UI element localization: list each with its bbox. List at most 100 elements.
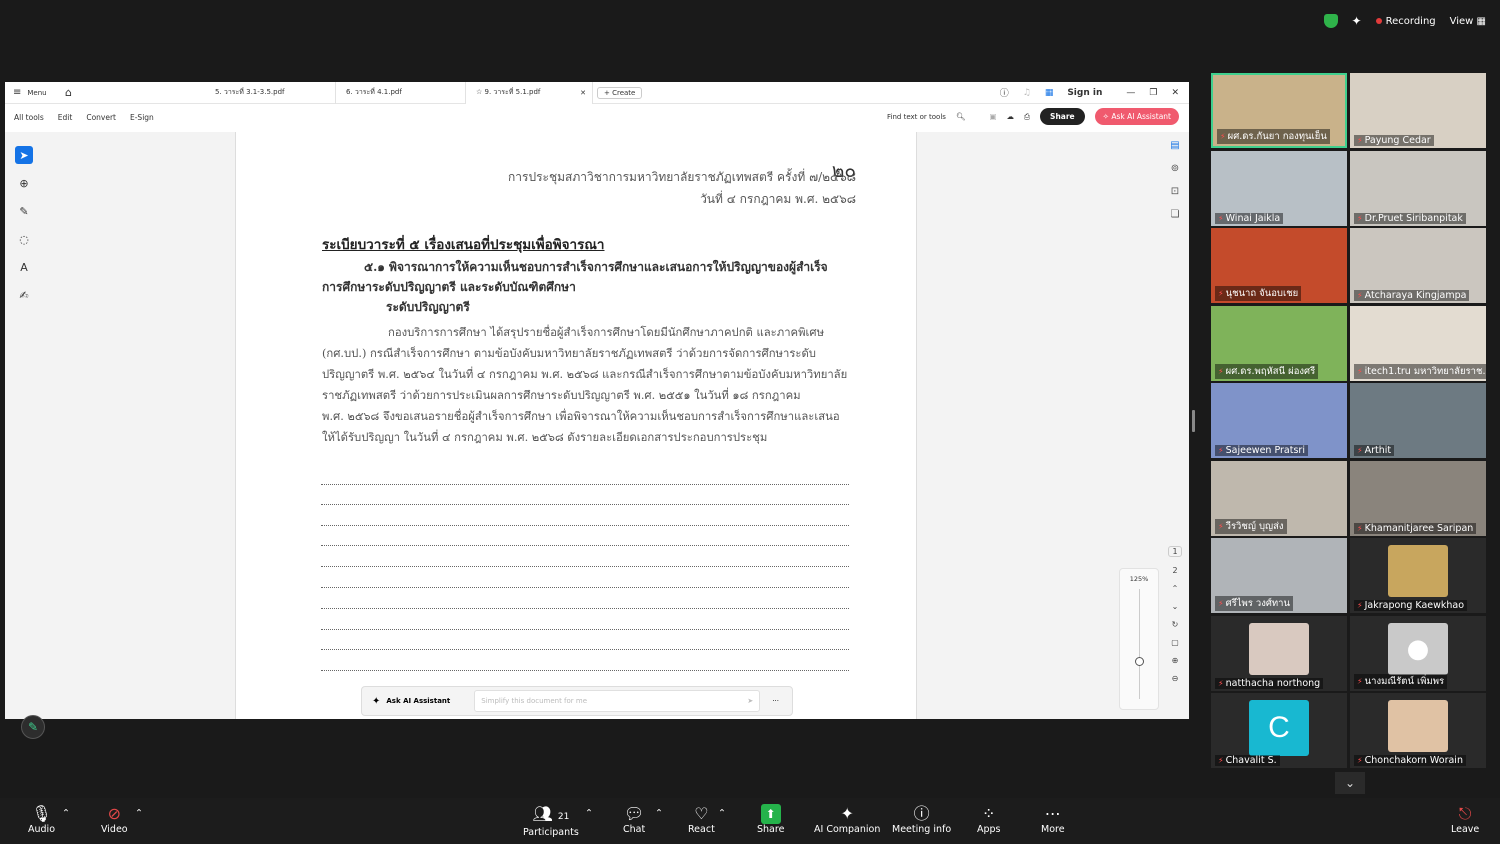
react-button[interactable]: ♡ React — [688, 804, 715, 835]
edit-menu[interactable]: Edit — [58, 113, 73, 122]
all-tools-menu[interactable]: All tools — [14, 113, 44, 122]
meeting-status-bar: ✦ Recording View ▦ — [1323, 14, 1486, 28]
esign-menu[interactable]: E-Sign — [130, 113, 154, 122]
paragraph-line: ราชภัฏเทพสตรี ว่าด้วยการประเมินผลการศึกษ… — [322, 389, 801, 402]
participant-tile[interactable]: Payung Cedar — [1350, 73, 1486, 148]
chat-options-caret[interactable]: ⌃ — [655, 808, 663, 819]
meeting-control-bar: 🎙︎ Audio ⌃ ⊘ Video ⌃ 👥︎ 21 Participants ⌃ 💬… — [0, 798, 1500, 844]
tab-2[interactable]: 6. วาระที่ 4.1.pdf — [336, 82, 466, 104]
dotted-line — [321, 670, 849, 671]
more-options-icon[interactable]: ··· — [772, 697, 779, 705]
share-button[interactable]: Share — [1040, 108, 1085, 125]
zoom-tool-icon[interactable]: ⊕ — [15, 174, 33, 192]
zoom-slider-track[interactable] — [1139, 589, 1140, 699]
participant-tile[interactable]: ผศ.ดร.กันยา กองทุนเย็น — [1211, 73, 1347, 148]
apps-button[interactable]: ⁘ Apps — [977, 804, 1001, 835]
video-label: Video — [101, 824, 128, 835]
annotate-button[interactable]: ✎ — [21, 715, 45, 739]
send-icon[interactable]: ➤ — [747, 697, 753, 705]
link-icon[interactable]: ⊚ — [1171, 163, 1179, 174]
agenda-item: ๕.๑ พิจารณาการให้ความเห็นชอบการสำเร็จการ… — [364, 260, 828, 274]
search-icon[interactable]: 🔍︎ — [956, 112, 966, 121]
leave-button[interactable]: ⎋ Leave — [1451, 804, 1479, 835]
ask-ai-button[interactable]: ✧ Ask AI Assistant — [1094, 108, 1179, 125]
zoom-level[interactable]: 125% — [1120, 575, 1158, 583]
zoom-out-icon[interactable]: ⊖ — [1172, 674, 1179, 683]
participant-tile[interactable]: ศรีไพร วงศ์ทาน — [1211, 538, 1347, 613]
video-options-caret[interactable]: ⌃ — [135, 808, 143, 819]
chat-button[interactable]: 💬︎ Chat — [623, 804, 645, 835]
participant-tile[interactable]: itech1.tru มหาวิทยาลัยราช... — [1350, 306, 1486, 381]
more-button[interactable]: ⋯ More — [1041, 804, 1065, 835]
close-tab-icon[interactable]: ✕ — [580, 89, 586, 97]
video-button[interactable]: ⊘ Video — [101, 804, 128, 835]
audio-options-caret[interactable]: ⌃ — [62, 808, 70, 819]
share-screen-button[interactable]: ⬆ Share — [757, 804, 784, 835]
recording-indicator[interactable]: Recording — [1375, 16, 1436, 27]
minimize-icon[interactable]: — — [1126, 88, 1135, 98]
signature-icon[interactable]: ✍ — [15, 286, 33, 304]
panel-splitter[interactable] — [1192, 410, 1195, 432]
menu-button[interactable]: ≡ Menu — [5, 87, 65, 98]
bookmark-icon[interactable]: ⊡ — [1171, 186, 1179, 197]
participants-options-caret[interactable]: ⌃ — [585, 808, 593, 819]
save-icon[interactable]: ▣ — [989, 112, 996, 121]
page-2-button[interactable]: 2 — [1172, 566, 1177, 575]
participant-tile[interactable]: ● นางมณีรัตน์ เพิ่มพร — [1350, 616, 1486, 691]
ai-companion-button[interactable]: ✦ AI Companion — [814, 804, 880, 835]
participant-tile[interactable]: นุชนาถ จันอบเชย — [1211, 228, 1347, 303]
print-icon[interactable]: ⎙ — [1024, 112, 1030, 122]
avatar: C — [1249, 700, 1309, 756]
find-text-input[interactable]: Find text or tools — [887, 113, 946, 121]
tab-1[interactable]: 5. วาระที่ 3.1-3.5.pdf — [205, 82, 336, 104]
participant-tile[interactable]: Winai Jaikla — [1211, 151, 1347, 226]
participant-tile[interactable]: natthacha northong — [1211, 616, 1347, 691]
participant-tile[interactable]: Jakrapong Kaewkhao — [1350, 538, 1486, 613]
fit-page-icon[interactable]: ▢ — [1171, 638, 1179, 647]
degree-level: ระดับปริญญาตรี — [386, 300, 470, 314]
participants-button[interactable]: 👥︎ 21 Participants — [523, 804, 579, 838]
participant-tile[interactable]: Dr.Pruet Siribanpitak — [1350, 151, 1486, 226]
pen-icon[interactable]: ✎ — [15, 202, 33, 220]
pencil-icon: ✎ — [27, 720, 39, 734]
rotate-icon[interactable]: ↻ — [1172, 620, 1179, 629]
text-select-icon[interactable]: A — [15, 258, 33, 276]
apps-grid-icon[interactable]: ▦ — [1045, 88, 1054, 98]
ai-prompt-input[interactable]: Simplify this document for me ➤ — [474, 690, 761, 712]
restore-icon[interactable]: ❐ — [1149, 88, 1157, 98]
audio-button[interactable]: 🎙︎ Audio — [28, 804, 55, 835]
chevron-up-icon[interactable]: ⌃ — [1172, 584, 1179, 593]
upload-cloud-icon[interactable]: ☁ — [1007, 112, 1015, 121]
create-button[interactable]: + Create — [597, 86, 643, 99]
participant-tile[interactable]: Khamanitjaree Saripan — [1350, 461, 1486, 536]
react-options-caret[interactable]: ⌃ — [718, 808, 726, 819]
bell-icon[interactable]: ♫ — [1023, 88, 1031, 98]
participant-tile[interactable]: Atcharaya Kingjampa — [1350, 228, 1486, 303]
view-button[interactable]: View ▦ — [1450, 16, 1486, 27]
select-cursor-icon[interactable]: ➤ — [15, 146, 33, 164]
participant-tile[interactable]: ผศ.ดร.พฤหัสนี ผ่องศรี — [1211, 306, 1347, 381]
participant-tile[interactable]: วีรวิชญ์ บุญส่ง — [1211, 461, 1347, 536]
sign-in-link[interactable]: Sign in — [1067, 88, 1102, 98]
pages-icon[interactable]: ❏ — [1171, 209, 1180, 220]
chevron-down-icon[interactable]: ⌄ — [1172, 602, 1179, 611]
participant-tile[interactable]: C Chavalit S. — [1211, 693, 1347, 768]
help-icon[interactable]: ⓘ — [1000, 86, 1009, 99]
comment-panel-icon[interactable]: ▤ — [1170, 140, 1179, 151]
zoom-in-icon[interactable]: ⊕ — [1172, 656, 1179, 665]
tab-3[interactable]: ☆ 9. วาระที่ 5.1.pdf ✕ — [466, 82, 593, 104]
meeting-info-button[interactable]: ⓘ Meeting info — [892, 804, 951, 835]
page-1-button[interactable]: 1 — [1168, 546, 1182, 557]
zoom-slider-thumb[interactable] — [1135, 657, 1144, 666]
share-screen-icon: ⬆ — [760, 804, 781, 824]
lasso-icon[interactable]: ◌ — [15, 230, 33, 248]
participant-tile[interactable]: Arthit — [1350, 383, 1486, 458]
participant-tile[interactable]: Chonchakorn Worain — [1350, 693, 1486, 768]
close-window-icon[interactable]: ✕ — [1171, 88, 1179, 98]
participant-tile[interactable]: Sajeewen Pratsri — [1211, 383, 1347, 458]
home-button[interactable]: ⌂ — [65, 86, 205, 99]
convert-menu[interactable]: Convert — [86, 113, 116, 122]
gallery-scroll-down-icon[interactable]: ⌄ — [1335, 772, 1365, 794]
chat-label: Chat — [623, 824, 646, 835]
ai-bar-label: Ask AI Assistant — [386, 697, 451, 705]
